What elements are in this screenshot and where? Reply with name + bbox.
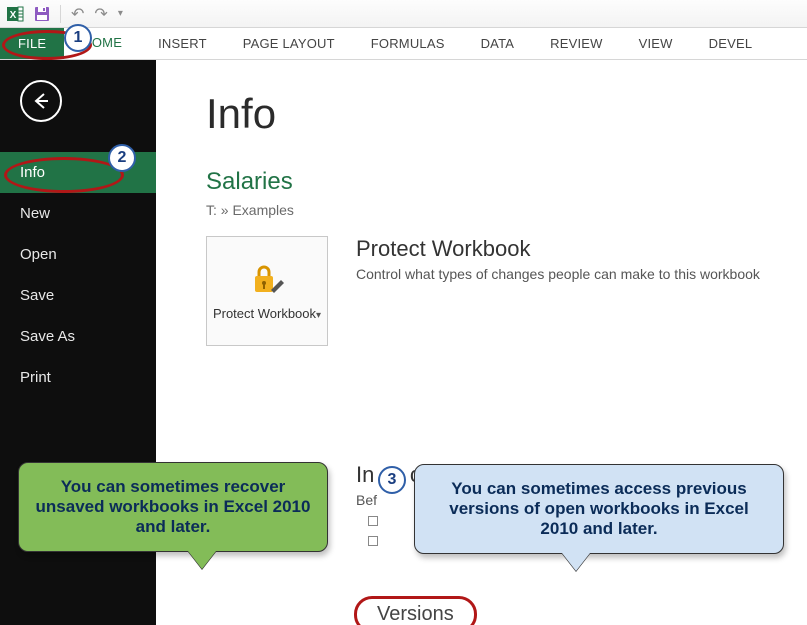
tab-data[interactable]: DATA — [463, 28, 533, 59]
tooltip-tail — [562, 553, 590, 571]
excel-app-icon: X — [6, 5, 24, 23]
protect-heading: Protect Workbook — [356, 236, 760, 262]
document-path: T: » Examples — [206, 202, 807, 218]
tooltip-recover-unsaved: You can sometimes recover unsaved workbo… — [18, 462, 328, 552]
document-name: Salaries — [206, 168, 807, 196]
qat-customize-icon[interactable]: ▾ — [118, 8, 123, 19]
tab-formulas[interactable]: FORMULAS — [353, 28, 463, 59]
tooltip-previous-versions: You can sometimes access previous versio… — [414, 464, 784, 554]
lock-key-icon — [247, 260, 287, 300]
tab-insert[interactable]: INSERT — [140, 28, 225, 59]
page-title: Info — [206, 90, 807, 138]
annotation-number-2: 2 — [108, 144, 136, 172]
annotation-number-1: 1 — [64, 24, 92, 52]
tab-review[interactable]: REVIEW — [532, 28, 620, 59]
back-button[interactable] — [20, 80, 62, 122]
tooltip-tail — [188, 551, 216, 569]
svg-text:X: X — [10, 10, 17, 21]
versions-button[interactable]: Versions — [354, 596, 477, 625]
tab-developer[interactable]: DEVEL — [691, 28, 771, 59]
undo-icon[interactable]: ↶ — [71, 4, 84, 24]
nav-item-open[interactable]: Open — [0, 234, 156, 275]
qat-separator — [60, 5, 61, 23]
save-icon[interactable] — [34, 6, 50, 22]
nav-item-save[interactable]: Save — [0, 275, 156, 316]
nav-spacer — [0, 398, 156, 468]
annotation-ellipse-info — [4, 157, 124, 193]
ribbon-tabs: FILE HOME INSERT PAGE LAYOUT FORMULAS DA… — [0, 28, 807, 60]
annotation-number-3: 3 — [378, 466, 406, 494]
protect-button-label: Protect Workbook▾ — [213, 306, 321, 322]
inspect-before-label: Bef — [356, 492, 377, 508]
tab-view[interactable]: VIEW — [621, 28, 691, 59]
tab-page-layout[interactable]: PAGE LAYOUT — [225, 28, 353, 59]
chevron-down-icon: ▾ — [316, 310, 321, 321]
protect-section-text: Protect Workbook Control what types of c… — [356, 236, 760, 282]
bullet-1 — [368, 516, 378, 526]
protect-workbook-button[interactable]: Protect Workbook▾ — [206, 236, 328, 346]
redo-icon[interactable]: ↷ — [94, 4, 107, 24]
nav-item-print[interactable]: Print — [0, 357, 156, 398]
arrow-left-icon — [30, 90, 52, 112]
quick-access-toolbar: X ↶ ↷ ▾ — [0, 0, 807, 28]
nav-item-new[interactable]: New — [0, 193, 156, 234]
bullet-2 — [368, 536, 378, 546]
protect-description: Control what types of changes people can… — [356, 266, 760, 282]
protect-section: Protect Workbook▾ Protect Workbook Contr… — [206, 236, 807, 346]
nav-item-save-as[interactable]: Save As — [0, 316, 156, 357]
